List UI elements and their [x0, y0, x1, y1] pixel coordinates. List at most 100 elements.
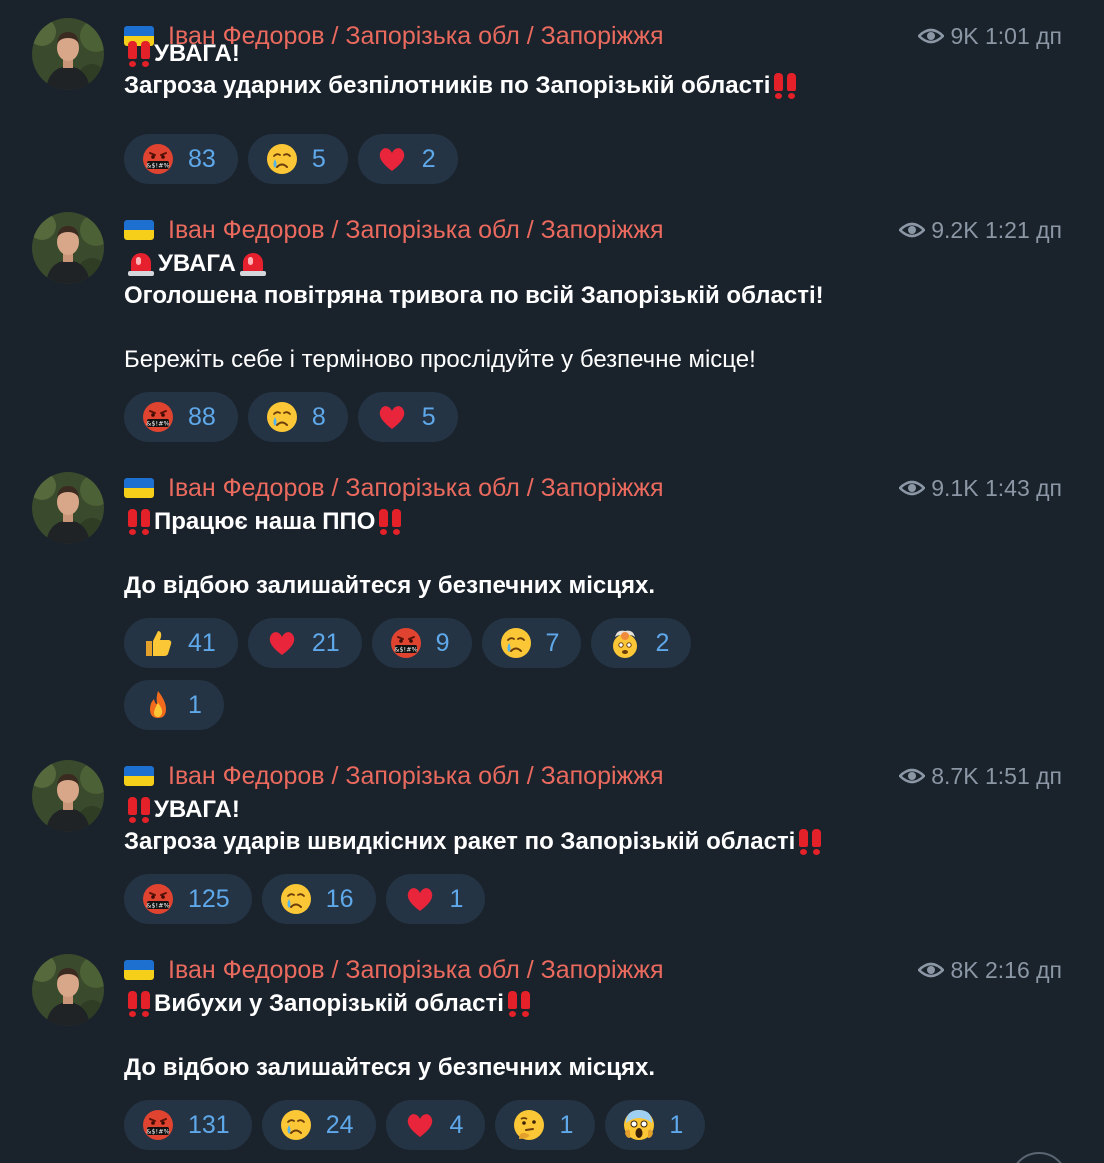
reaction-crying-face[interactable]: 7 [481, 618, 582, 668]
reaction-red-heart[interactable]: 5 [357, 392, 458, 442]
message-meta: 9.2K 1:21 дп [899, 212, 1062, 248]
message-time: 1:43 дп [984, 474, 1062, 501]
reaction-fire[interactable]: 1 [124, 680, 224, 730]
message-line: УВАГА! [124, 38, 800, 70]
message-line [124, 1020, 655, 1052]
reaction-count: 16 [325, 884, 354, 913]
message-line: До відбою залишайтеся у безпечних місцях… [124, 570, 655, 602]
reaction-crying-face[interactable]: 24 [261, 1100, 376, 1150]
message-line-text: Загроза ударів швидкісних ракет по Запор… [124, 828, 796, 855]
thinking-face-icon [513, 1109, 545, 1141]
svg-text:&$!#%: &$!#% [146, 902, 169, 910]
author-avatar[interactable] [32, 760, 104, 832]
leading-double-exclamation-icon [124, 797, 154, 823]
message-time: 1:51 дп [984, 762, 1062, 789]
reaction-count: 1 [188, 690, 202, 719]
reaction-count: 131 [188, 1110, 230, 1139]
reaction-crying-face[interactable]: 8 [247, 392, 348, 442]
reaction-red-heart[interactable]: 2 [357, 134, 458, 184]
red-heart-icon [376, 143, 408, 175]
reaction-count: 1 [559, 1110, 574, 1139]
message-text: Вибухи у Запорізькій області До відбою за… [124, 988, 655, 1084]
red-heart-icon [404, 1109, 436, 1141]
views-eye-icon [918, 962, 945, 978]
avatar-photo [32, 18, 104, 90]
message-line: Вибухи у Запорізькій області [124, 988, 655, 1020]
reaction-cursing-face[interactable]: &$!#% 83 [124, 134, 238, 184]
message-line-text: Вибухи у Запорізькій області [154, 990, 504, 1017]
reactions-row: 1 [124, 680, 234, 730]
message-meta: 9.1K 1:43 дп [899, 470, 1062, 506]
author-avatar[interactable] [32, 212, 104, 284]
crying-face-icon [266, 401, 298, 433]
fire-icon [142, 689, 174, 721]
cursing-face-icon: &$!#% [142, 143, 174, 175]
views-eye-icon [899, 222, 926, 238]
views-eye-icon [899, 768, 926, 784]
trailing-double-exclamation-icon [375, 509, 405, 535]
reaction-red-heart[interactable]: 4 [385, 1100, 486, 1150]
reaction-red-heart[interactable]: 21 [247, 618, 362, 668]
reaction-count: 5 [421, 402, 436, 431]
svg-text:&$!#%: &$!#% [146, 420, 169, 428]
reaction-count: 1 [449, 884, 464, 913]
scroll-down-button[interactable] [1010, 1152, 1068, 1163]
author-name[interactable]: Іван Федоров / Запорізька обл / Запоріжж… [124, 952, 664, 988]
views-eye-icon [918, 28, 945, 44]
cursing-face-icon: &$!#% [142, 401, 174, 433]
message-line-text: УВАГА [158, 250, 236, 277]
red-heart-icon [404, 883, 436, 915]
message-line: Оголошена повітряна тривога по всій Запо… [124, 280, 824, 312]
message-line: Загроза ударних безпілотників по Запоріз… [124, 70, 800, 102]
reaction-count: 2 [655, 628, 670, 657]
reaction-red-heart[interactable]: 1 [385, 874, 486, 924]
message-meta: 9K 1:01 дп [918, 18, 1062, 54]
message-line-text: До відбою залишайтеся у безпечних місцях… [124, 572, 655, 599]
avatar-photo [32, 472, 104, 544]
reaction-count: 83 [188, 144, 216, 173]
reaction-crying-face[interactable]: 5 [247, 134, 348, 184]
view-count: 8.7K [931, 762, 979, 789]
author-avatar[interactable] [32, 954, 104, 1026]
reaction-count: 9 [435, 628, 450, 657]
reaction-thinking-face[interactable]: 1 [495, 1100, 596, 1150]
message-line-text: Загроза ударних безпілотників по Запоріз… [124, 72, 771, 99]
author-avatar[interactable] [32, 18, 104, 90]
author-name[interactable]: Іван Федоров / Запорізька обл / Запоріжж… [124, 758, 664, 794]
message-time: 1:01 дп [984, 22, 1062, 49]
message-text: УВАГА! Загроза ударних безпілотників по З… [124, 38, 800, 102]
message-line-text: Бережіть себе і терміново прослідуйте у … [124, 346, 756, 373]
leading-double-exclamation-icon [124, 991, 154, 1017]
reaction-crying-face[interactable]: 16 [261, 874, 376, 924]
reaction-cursing-face[interactable]: &$!#% 88 [124, 392, 238, 442]
message-line [124, 538, 655, 570]
views-eye-icon [899, 480, 926, 496]
view-count: 9.1K [931, 474, 979, 501]
view-count: 9K [950, 22, 979, 49]
reaction-count: 125 [188, 884, 230, 913]
author-name[interactable]: Іван Федоров / Запорізька обл / Запоріжж… [124, 212, 664, 248]
message-line: УВАГА! [124, 794, 825, 826]
trailing-double-exclamation-icon [504, 991, 534, 1017]
message-line: Загроза ударів швидкісних ракет по Запор… [124, 826, 825, 858]
message-line: Працює наша ППО [124, 506, 655, 538]
reaction-screaming-face[interactable]: 1 [605, 1100, 706, 1150]
author-name[interactable]: Іван Федоров / Запорізька обл / Запоріжж… [124, 470, 664, 506]
reactions-row: &$!#% 131 24 4 1 1 [124, 1100, 715, 1150]
svg-text:&$!#%: &$!#% [146, 162, 169, 170]
avatar-photo [32, 954, 104, 1026]
view-count: 9.2K [931, 216, 979, 243]
reaction-count: 2 [421, 144, 436, 173]
reaction-cursing-face[interactable]: &$!#% 125 [124, 874, 252, 924]
exploding-head-icon [609, 627, 641, 659]
author-avatar[interactable] [32, 472, 104, 544]
reaction-cursing-face[interactable]: &$!#% 131 [124, 1100, 252, 1150]
message-line: Бережіть себе і терміново прослідуйте у … [124, 344, 824, 376]
thumbs-up-icon [142, 627, 174, 659]
message-time: 2:16 дп [984, 956, 1062, 983]
reaction-thumbs-up[interactable]: 41 [124, 618, 238, 668]
reaction-exploding-head[interactable]: 2 [591, 618, 692, 668]
reaction-cursing-face[interactable]: &$!#% 9 [371, 618, 472, 668]
avatar-photo [32, 760, 104, 832]
reactions-row: &$!#% 88 8 5 [124, 392, 468, 442]
